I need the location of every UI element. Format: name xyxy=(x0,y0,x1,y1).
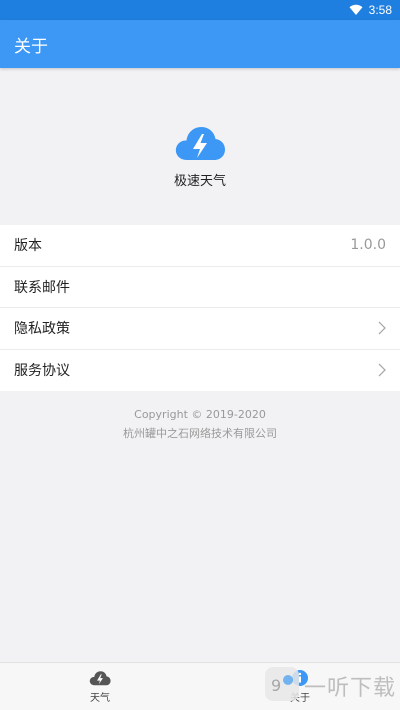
wifi-icon xyxy=(349,4,363,16)
footer: Copyright © 2019-2020 杭州罐中之石网络技术有限公司 xyxy=(0,405,400,443)
company-name: 杭州罐中之石网络技术有限公司 xyxy=(123,427,277,440)
watermark-logo-icon: 9 xyxy=(264,666,300,706)
chevron-right-icon xyxy=(378,363,386,377)
copyright-text: Copyright © 2019-2020 xyxy=(134,408,266,421)
version-value: 1.0.0 xyxy=(350,237,386,254)
cloud-lightning-icon xyxy=(174,124,226,164)
watermark-text: 一听下载 xyxy=(303,676,396,701)
page-title: 关于 xyxy=(14,36,48,57)
cloud-lightning-icon xyxy=(89,669,111,687)
privacy-policy-label: 隐私政策 xyxy=(14,321,70,338)
tab-weather-label: 天气 xyxy=(90,693,110,704)
contact-email-label: 联系邮件 xyxy=(14,279,70,296)
settings-list: 版本 1.0.0 联系邮件 隐私政策 服务协议 xyxy=(0,225,400,391)
app-name: 极速天气 xyxy=(173,174,226,189)
privacy-policy-row[interactable]: 隐私政策 xyxy=(0,308,400,350)
svg-text:9: 9 xyxy=(271,676,281,695)
service-agreement-label: 服务协议 xyxy=(14,363,70,380)
contact-email-row[interactable]: 联系邮件 xyxy=(0,267,400,308)
chevron-right-icon xyxy=(378,321,386,335)
status-bar: 3:58 xyxy=(0,0,400,20)
status-time: 3:58 xyxy=(368,3,392,17)
version-row: 版本 1.0.0 xyxy=(0,225,400,267)
tab-weather[interactable]: 天气 xyxy=(0,663,200,710)
app-info: 极速天气 xyxy=(0,68,400,225)
version-label: 版本 xyxy=(14,238,42,255)
watermark: 9 一听下载 xyxy=(264,666,396,706)
service-agreement-row[interactable]: 服务协议 xyxy=(0,350,400,392)
app-bar: 关于 xyxy=(0,20,400,68)
